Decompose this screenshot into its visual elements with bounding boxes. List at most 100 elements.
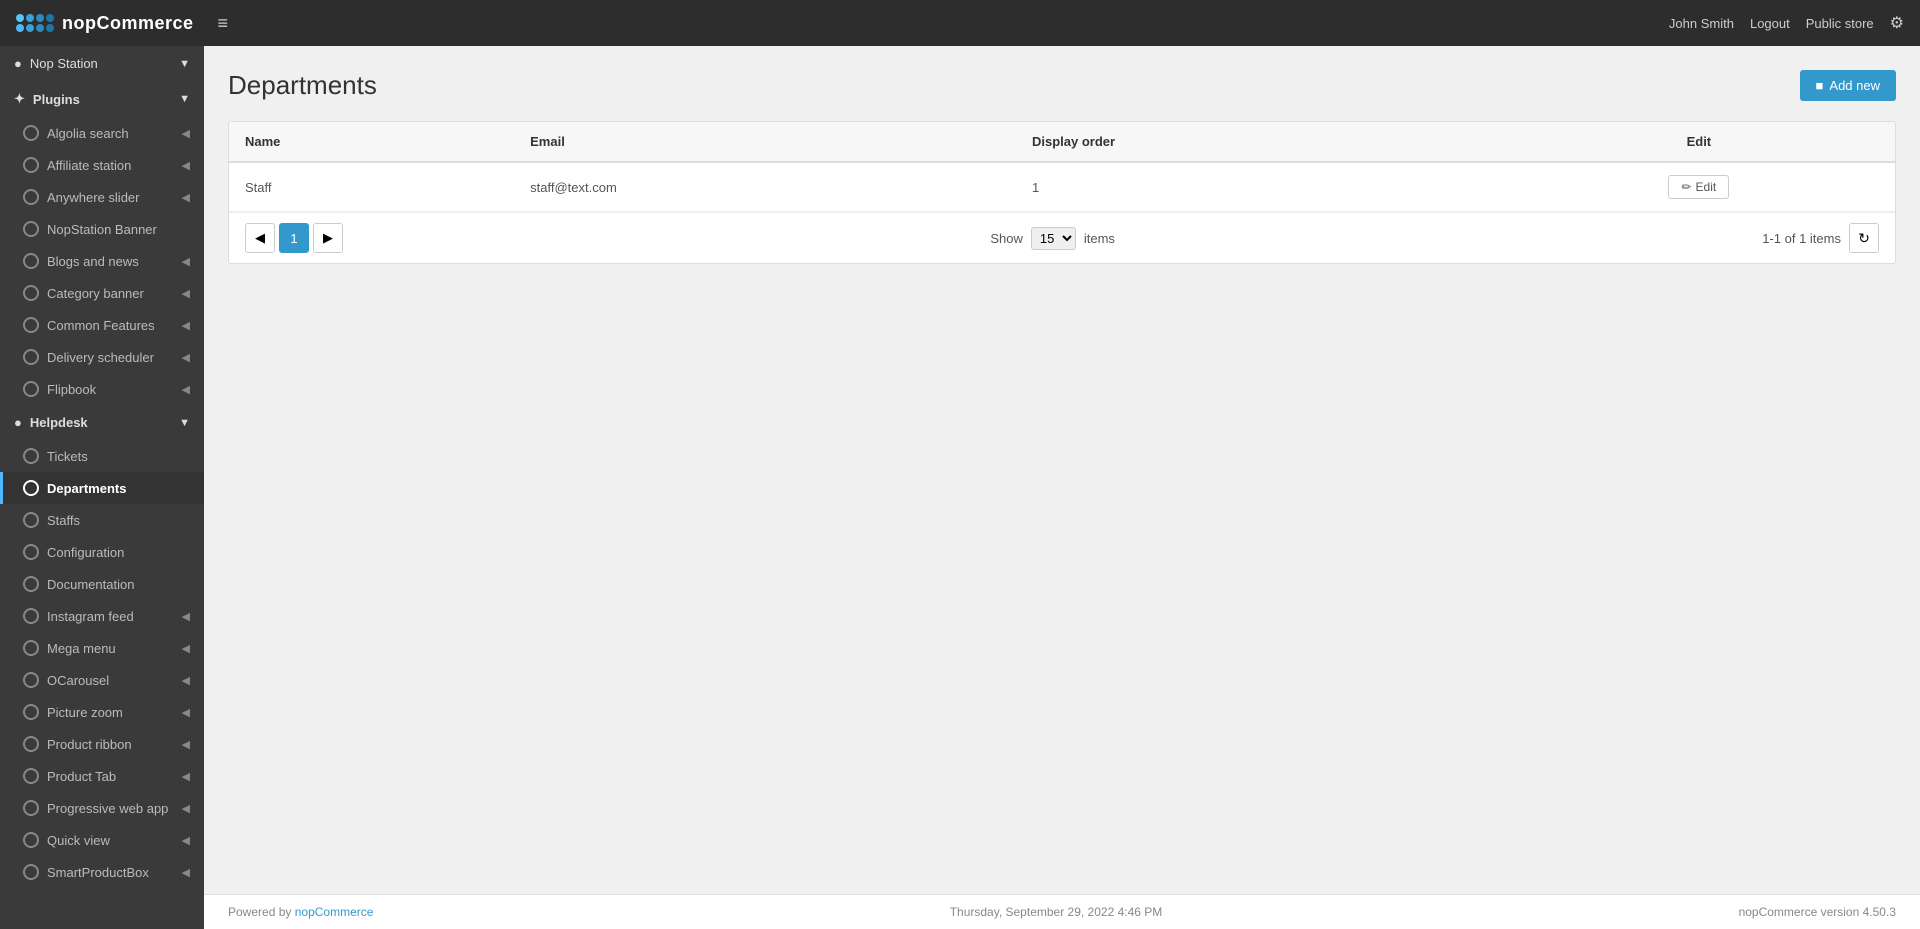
sidebar-item[interactable]: Picture zoom ◀ [0, 696, 204, 728]
add-new-button[interactable]: ■ Add new [1800, 70, 1896, 101]
sidebar-item-label: Flipbook [47, 382, 96, 397]
sidebar-item-label: Blogs and news [47, 254, 139, 269]
pagination-page-1-button[interactable]: 1 [279, 223, 309, 253]
sidebar-item-label: Anywhere slider [47, 190, 140, 205]
cell-edit: ✏ Edit [1503, 162, 1895, 212]
sidebar-item-label: NopStation Banner [47, 222, 157, 237]
logout-link[interactable]: Logout [1750, 16, 1790, 31]
item-icon [23, 253, 39, 269]
sidebar-item-tickets[interactable]: Tickets [0, 440, 204, 472]
chevron-right-icon: ◀ [182, 674, 190, 687]
item-icon [23, 125, 39, 141]
item-icon [23, 317, 39, 333]
chevron-right-icon: ◀ [182, 287, 190, 300]
sidebar-item[interactable]: NopStation Banner [0, 213, 204, 245]
sidebar-item[interactable]: Blogs and news ◀ [0, 245, 204, 277]
sidebar-plugins-header[interactable]: ✦ Plugins ▼ [0, 81, 204, 117]
top-right-nav: John Smith Logout Public store ⚙ [1669, 13, 1904, 33]
next-icon: ▶ [323, 230, 333, 246]
edit-button[interactable]: ✏ Edit [1668, 175, 1729, 199]
pagination-prev-button[interactable]: ◀ [245, 223, 275, 253]
pagination-next-button[interactable]: ▶ [313, 223, 343, 253]
item-icon [23, 576, 39, 592]
sidebar-item[interactable]: Progressive web app ◀ [0, 792, 204, 824]
refresh-button[interactable]: ↻ [1849, 223, 1879, 253]
item-icon [23, 544, 39, 560]
prev-icon: ◀ [255, 230, 265, 246]
item-icon [23, 704, 39, 720]
plugins-chevron: ▼ [179, 93, 190, 105]
show-label: Show [990, 231, 1023, 246]
sidebar-item-label: Departments [47, 481, 126, 496]
sidebar-item-label: Staffs [47, 513, 80, 528]
add-new-label: Add new [1829, 78, 1880, 93]
nopstation-chevron: ▼ [179, 58, 190, 70]
nopstation-icon: ● [14, 56, 22, 71]
chevron-right-icon: ◀ [182, 866, 190, 879]
sidebar-item[interactable]: Quick view ◀ [0, 824, 204, 856]
helpdesk-chevron: ▼ [179, 417, 190, 429]
sidebar-item[interactable]: Instagram feed ◀ [0, 600, 204, 632]
refresh-icon: ↻ [1858, 230, 1870, 247]
departments-table: Name Email Display order Edit Staff staf… [229, 122, 1895, 212]
chevron-right-icon: ◀ [182, 610, 190, 623]
layout: ● Nop Station ▼ ✦ Plugins ▼ Algolia sear… [0, 46, 1920, 929]
sidebar-item-label: Instagram feed [47, 609, 134, 624]
sidebar-item-label: SmartProductBox [47, 865, 149, 880]
sidebar-item-label: OCarousel [47, 673, 109, 688]
sidebar-item[interactable]: Product ribbon ◀ [0, 728, 204, 760]
sidebar-item[interactable]: Delivery scheduler ◀ [0, 341, 204, 373]
sidebar-item[interactable]: SmartProductBox ◀ [0, 856, 204, 888]
sidebar-item-label: Configuration [47, 545, 124, 560]
footer: Powered by nopCommerce Thursday, Septemb… [204, 894, 1920, 929]
gear-icon: ⚙ [1890, 15, 1904, 32]
pagination-center: Show 15 25 50 items [990, 227, 1115, 250]
sidebar-item-documentation[interactable]: Documentation [0, 568, 204, 600]
sidebar-item-label: Product Tab [47, 769, 116, 784]
sidebar-helpdesk-header[interactable]: ● Helpdesk ▼ [0, 405, 204, 440]
nopstation-label: Nop Station [30, 56, 98, 71]
logo-dots [16, 14, 54, 32]
sidebar-item-label: Common Features [47, 318, 155, 333]
sidebar-item[interactable]: Mega menu ◀ [0, 632, 204, 664]
sidebar-item[interactable]: OCarousel ◀ [0, 664, 204, 696]
chevron-right-icon: ◀ [182, 802, 190, 815]
footer-version: nopCommerce version 4.50.3 [1739, 905, 1896, 919]
sidebar-item[interactable]: Category banner ◀ [0, 277, 204, 309]
col-display-order: Display order [1016, 122, 1503, 162]
sidebar-item[interactable]: Affiliate station ◀ [0, 149, 204, 181]
item-icon [23, 480, 39, 496]
sidebar-item[interactable]: Common Features ◀ [0, 309, 204, 341]
edit-pencil-icon: ✏ [1681, 180, 1691, 194]
item-icon [23, 448, 39, 464]
pagination-summary: 1-1 of 1 items [1762, 231, 1841, 246]
sidebar-item-departments[interactable]: Departments [0, 472, 204, 504]
sidebar-item[interactable]: Algolia search ◀ [0, 117, 204, 149]
chevron-right-icon: ◀ [182, 319, 190, 332]
chevron-right-icon: ◀ [182, 351, 190, 364]
sidebar-nopstation-header[interactable]: ● Nop Station ▼ [0, 46, 204, 81]
col-edit: Edit [1503, 122, 1895, 162]
add-icon: ■ [1816, 78, 1824, 93]
chevron-right-icon: ◀ [182, 738, 190, 751]
settings-button[interactable]: ⚙ [1890, 13, 1904, 33]
sidebar-item-staffs[interactable]: Staffs [0, 504, 204, 536]
hamburger-button[interactable]: ≡ [210, 9, 237, 38]
item-icon [23, 800, 39, 816]
item-icon [23, 640, 39, 656]
table-row: Staff staff@text.com 1 ✏ Edit [229, 162, 1895, 212]
content-area: Departments ■ Add new Name Email Display… [204, 46, 1920, 894]
public-store-link[interactable]: Public store [1806, 16, 1874, 31]
sidebar-item[interactable]: Anywhere slider ◀ [0, 181, 204, 213]
powered-by-text: Powered by [228, 905, 291, 919]
sidebar-item-configuration[interactable]: Configuration [0, 536, 204, 568]
chevron-right-icon: ◀ [182, 255, 190, 268]
sidebar-item-label: Category banner [47, 286, 144, 301]
nopcommerce-link[interactable]: nopCommerce [295, 905, 374, 919]
sidebar-item[interactable]: Product Tab ◀ [0, 760, 204, 792]
item-icon [23, 736, 39, 752]
chevron-right-icon: ◀ [182, 834, 190, 847]
sidebar-item[interactable]: Flipbook ◀ [0, 373, 204, 405]
page-size-select[interactable]: 15 25 50 [1031, 227, 1076, 250]
sidebar-item-label: Algolia search [47, 126, 129, 141]
